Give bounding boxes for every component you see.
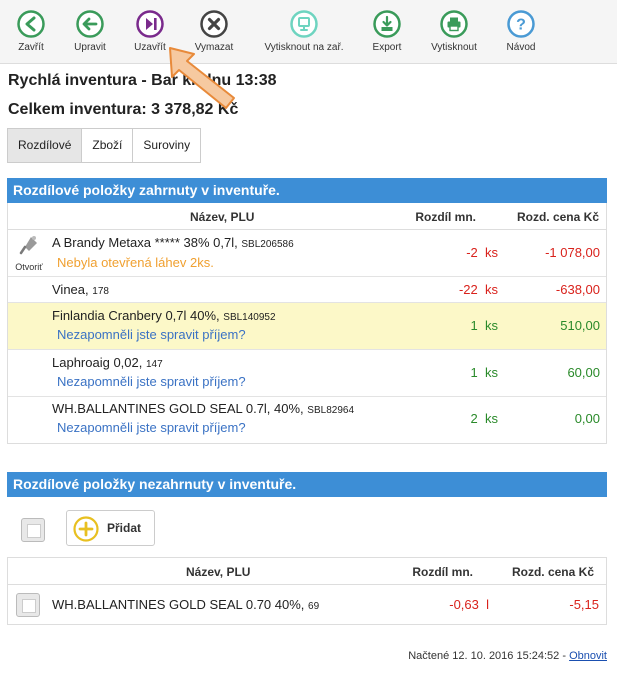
column-qty-header: Rozdíl mn. <box>415 210 476 224</box>
table-row: Otvoriť A Brandy Metaxa ***** 38% 0,7l, … <box>8 230 606 277</box>
print-device-button-label: Vytisknout na zař. <box>264 42 344 53</box>
close-circle-icon <box>17 10 45 38</box>
table-row: WH.BALLANTINES GOLD SEAL 0.70 40%, 69 -0… <box>8 585 606 624</box>
item-name: Vinea, 178 <box>52 282 109 297</box>
item-qty: 1 ks <box>470 318 498 333</box>
arrow-left-icon <box>76 10 104 38</box>
add-button[interactable]: Přidat <box>66 510 155 546</box>
item-qty: -22 ks <box>458 282 498 297</box>
print-button[interactable]: Vytisknout <box>419 10 489 60</box>
item-price: 0,00 <box>574 411 600 426</box>
table-header: Název, PLU Rozdíl mn. Rozd. cena Kč <box>8 558 606 585</box>
open-bottle-button[interactable]: Otvoriť <box>12 234 46 272</box>
item-name: A Brandy Metaxa ***** 38% 0,7l, SBL20658… <box>52 235 294 250</box>
item-note: Nebyla otevřená láhev 2ks. <box>57 255 214 270</box>
item-price: -1 078,00 <box>545 245 600 260</box>
help-button[interactable]: ? Návod <box>486 10 556 60</box>
item-price: 60,00 <box>567 365 600 380</box>
section-included-header: Rozdílové položky zahrnuty v inventuře. <box>7 178 607 203</box>
print-button-label: Vytisknout <box>431 42 477 53</box>
item-name: Laphroaig 0,02, 147 <box>52 355 163 370</box>
excluded-items-table: Název, PLU Rozdíl mn. Rozd. cena Kč WH.B… <box>7 557 607 625</box>
help-button-label: Návod <box>506 42 536 53</box>
included-items-table: Název, PLU Rozdíl mn. Rozd. cena Kč Otvo… <box>7 203 607 444</box>
refresh-link[interactable]: Obnovit <box>569 650 607 662</box>
print-device-icon <box>290 10 318 38</box>
column-price-header: Rozd. cena Kč <box>516 210 599 224</box>
tab-goods[interactable]: Zboží <box>81 128 134 163</box>
item-qty: 1 ks <box>470 365 498 380</box>
loaded-timestamp: Načtené 12. 10. 2016 15:24:52 - <box>408 650 567 662</box>
table-header: Název, PLU Rozdíl mn. Rozd. cena Kč <box>8 203 606 230</box>
column-price-header: Rozd. cena Kč <box>511 565 594 579</box>
column-name-header: Název, PLU <box>186 565 251 579</box>
pointer-arrow-icon <box>169 47 235 109</box>
item-price: 510,00 <box>560 318 600 333</box>
table-row: Laphroaig 0,02, 147 Nezapomněli jste spr… <box>8 350 606 397</box>
svg-text:?: ? <box>516 17 526 34</box>
table-row: WH.BALLANTINES GOLD SEAL 0.7l, 40%, SBL8… <box>8 397 606 443</box>
item-qty: -0,63 l <box>449 597 489 612</box>
table-row: Finlandia Cranbery 0,7l 40%, SBL140952 N… <box>8 303 606 350</box>
column-name-header: Název, PLU <box>190 210 255 224</box>
item-note[interactable]: Nezapomněli jste spravit příjem? <box>57 420 246 435</box>
bottle-opener-icon <box>19 236 37 255</box>
row-checkbox[interactable] <box>16 593 40 617</box>
help-icon: ? <box>507 10 535 38</box>
item-price: -638,00 <box>555 282 600 297</box>
print-device-button[interactable]: Vytisknout na zař. <box>262 10 346 60</box>
export-button-label: Export <box>372 42 402 53</box>
toolbar: Zavřít Upravit Uzavřít Vymazat Vytisknou… <box>0 0 617 64</box>
item-qty: -2 ks <box>466 245 498 260</box>
select-all-checkbox[interactable] <box>21 518 45 542</box>
section-excluded-header: Rozdílové položky nezahrnuty v inventuře… <box>7 472 607 497</box>
add-button-label: Přidat <box>107 521 142 535</box>
item-name: Finlandia Cranbery 0,7l 40%, SBL140952 <box>52 308 276 323</box>
item-qty: 2 ks <box>470 411 498 426</box>
export-button[interactable]: Export <box>352 10 422 60</box>
printer-icon <box>440 10 468 38</box>
tab-raw-materials[interactable]: Suroviny <box>132 128 202 163</box>
footer-status: Načtené 12. 10. 2016 15:24:52 - Obnovit <box>408 650 607 662</box>
export-icon <box>373 10 401 38</box>
item-name: WH.BALLANTINES GOLD SEAL 0.70 40%, 69 <box>52 597 320 612</box>
item-price: -5,15 <box>569 597 599 612</box>
table-row: Vinea, 178 -22 ks -638,00 <box>8 277 606 303</box>
next-step-icon <box>136 10 164 38</box>
item-note[interactable]: Nezapomněli jste spravit příjem? <box>57 374 246 389</box>
tab-differences[interactable]: Rozdílové <box>7 128 83 163</box>
item-name: WH.BALLANTINES GOLD SEAL 0.7l, 40%, SBL8… <box>52 401 355 416</box>
tab-bar: Rozdílové Zboží Suroviny <box>7 128 202 163</box>
item-note[interactable]: Nezapomněli jste spravit příjem? <box>57 327 246 342</box>
open-bottle-label: Otvoriť <box>15 262 43 272</box>
plus-circle-icon <box>73 516 99 542</box>
delete-x-icon <box>200 10 228 38</box>
column-qty-header: Rozdíl mn. <box>412 565 473 579</box>
